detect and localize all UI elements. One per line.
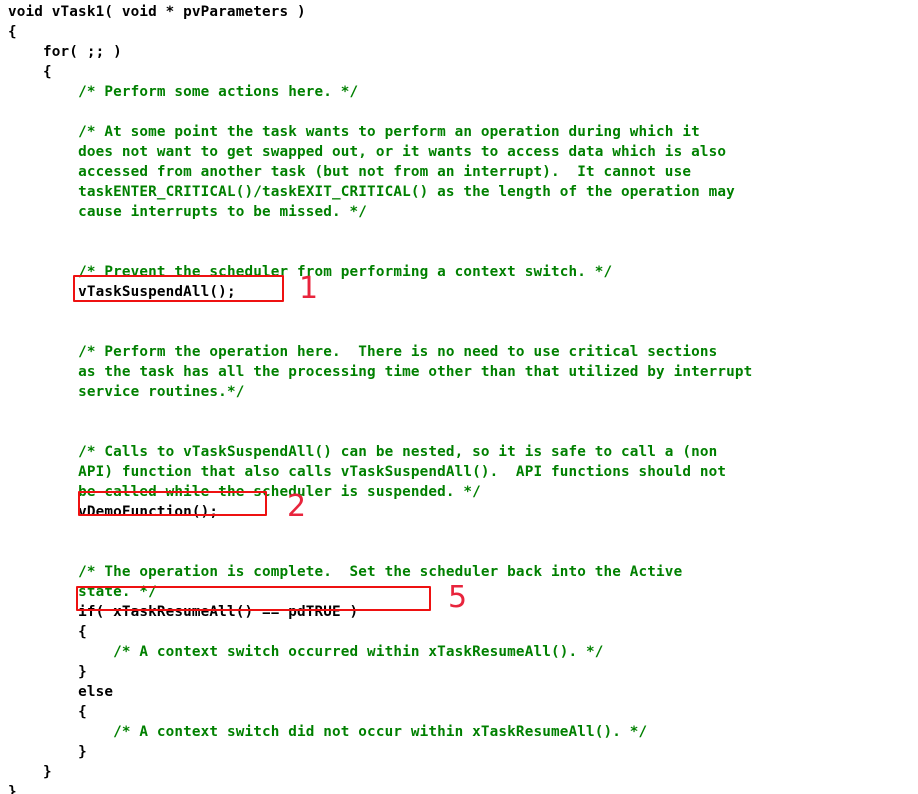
code-statement: {: [78, 624, 87, 640]
code-comment: as the task has all the processing time …: [78, 364, 753, 380]
code-comment: /* The operation is complete. Set the sc…: [78, 564, 683, 580]
code-statement: }: [78, 664, 87, 680]
code-listing-page: void vTask1( void * pvParameters ) { for…: [0, 0, 918, 794]
code-comment: API) function that also calls vTaskSuspe…: [78, 464, 727, 480]
annotation-highlight-box: [73, 275, 284, 302]
code-statement: {: [43, 64, 52, 80]
annotation-highlight-box: [76, 586, 431, 611]
code-comment: cause interrupts to be missed. */: [78, 204, 368, 220]
code-comment: /* Perform the operation here. There is …: [78, 344, 718, 360]
code-statement: else: [78, 684, 114, 700]
code-comment: /* Calls to vTaskSuspendAll() can be nes…: [78, 444, 718, 460]
code-statement: {: [8, 24, 17, 40]
code-statement: }: [8, 784, 17, 794]
code-statement: for( ;; ): [43, 44, 122, 60]
code-comment: accessed from another task (but not from…: [78, 164, 692, 180]
code-comment: /* A context switch did not occur within…: [113, 724, 648, 740]
code-statement: }: [78, 744, 87, 760]
annotation-highlight-box: [78, 491, 267, 516]
code-comment: /* At some point the task wants to perfo…: [78, 124, 700, 140]
code-comment: does not want to get swapped out, or it …: [78, 144, 727, 160]
code-comment: service routines.*/: [78, 384, 245, 400]
code-statement: {: [78, 704, 87, 720]
code-comment: /* A context switch occurred within xTas…: [113, 644, 604, 660]
code-statement: }: [43, 764, 52, 780]
annotation-number-label: 1: [299, 271, 319, 306]
code-comment: /* Perform some actions here. */: [78, 84, 359, 100]
annotation-number-label: 2: [287, 489, 307, 524]
code-comment: taskENTER_CRITICAL()/taskEXIT_CRITICAL()…: [78, 184, 735, 200]
annotation-number-label: 5: [448, 580, 468, 615]
source-code-block: void vTask1( void * pvParameters ) { for…: [8, 2, 752, 794]
code-statement: void vTask1( void * pvParameters ): [8, 4, 306, 20]
